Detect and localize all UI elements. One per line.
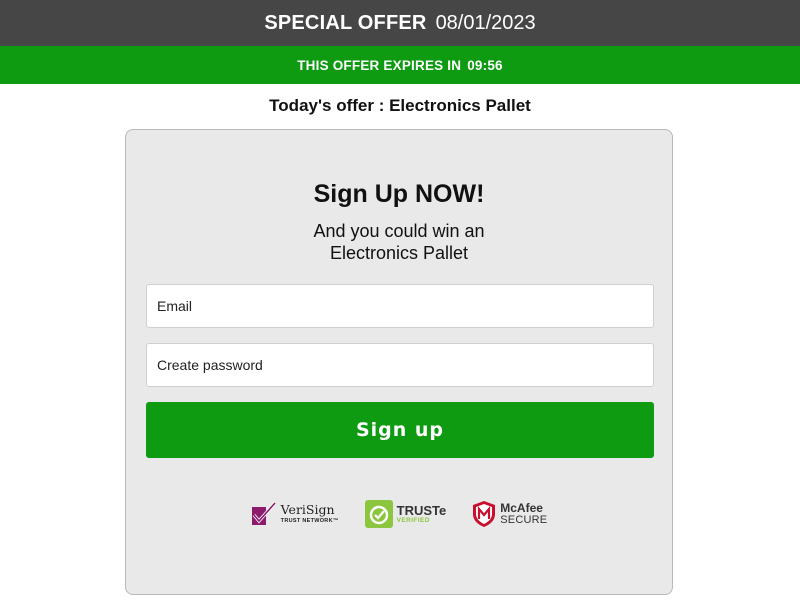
verisign-check-icon xyxy=(251,501,276,525)
subline-text-2: Electronics Pallet xyxy=(329,243,469,263)
password-field[interactable] xyxy=(146,343,654,387)
signup-card: Sign Up NOW! And you could win an Electr… xyxy=(125,129,673,595)
mcafee-sub: SECURE xyxy=(500,514,548,526)
mcafee-name: McAfee xyxy=(500,501,543,515)
offer-line: Today's offer : Electronics Pallet xyxy=(269,96,531,115)
trust-badges: VeriSign TRUST NETWORK™ TRUSTe VERIFIED xyxy=(126,497,672,531)
signup-headline: Sign Up NOW! xyxy=(313,180,485,208)
verisign-badge: VeriSign TRUST NETWORK™ xyxy=(251,501,339,527)
truste-badge: TRUSTe VERIFIED xyxy=(364,500,447,528)
signup-button[interactable]: Sign up xyxy=(146,402,654,458)
expiry-bar: THIS OFFER EXPIRES IN 09:56 xyxy=(0,46,800,84)
verisign-name: VeriSign xyxy=(280,502,335,517)
mcafee-shield-icon xyxy=(473,501,496,527)
signup-subline: And you could win an Electronics Pallet xyxy=(126,220,672,264)
email-field[interactable] xyxy=(146,284,654,328)
truste-seal-icon xyxy=(364,500,393,528)
header-date: 08/01/2023 xyxy=(435,11,536,34)
mcafee-badge: McAfee SECURE xyxy=(472,500,547,528)
header-title: SPECIAL OFFER xyxy=(264,11,427,34)
truste-name: TRUSTe xyxy=(396,502,447,518)
expiry-text: THIS OFFER EXPIRES IN xyxy=(297,57,462,73)
verisign-sub: TRUST NETWORK™ xyxy=(280,517,339,524)
subline-text-1: And you could win an xyxy=(313,221,485,241)
expiry-timer: 09:56 xyxy=(467,57,503,73)
truste-sub: VERIFIED xyxy=(396,516,430,524)
top-header: SPECIAL OFFER 08/01/2023 xyxy=(0,0,800,46)
